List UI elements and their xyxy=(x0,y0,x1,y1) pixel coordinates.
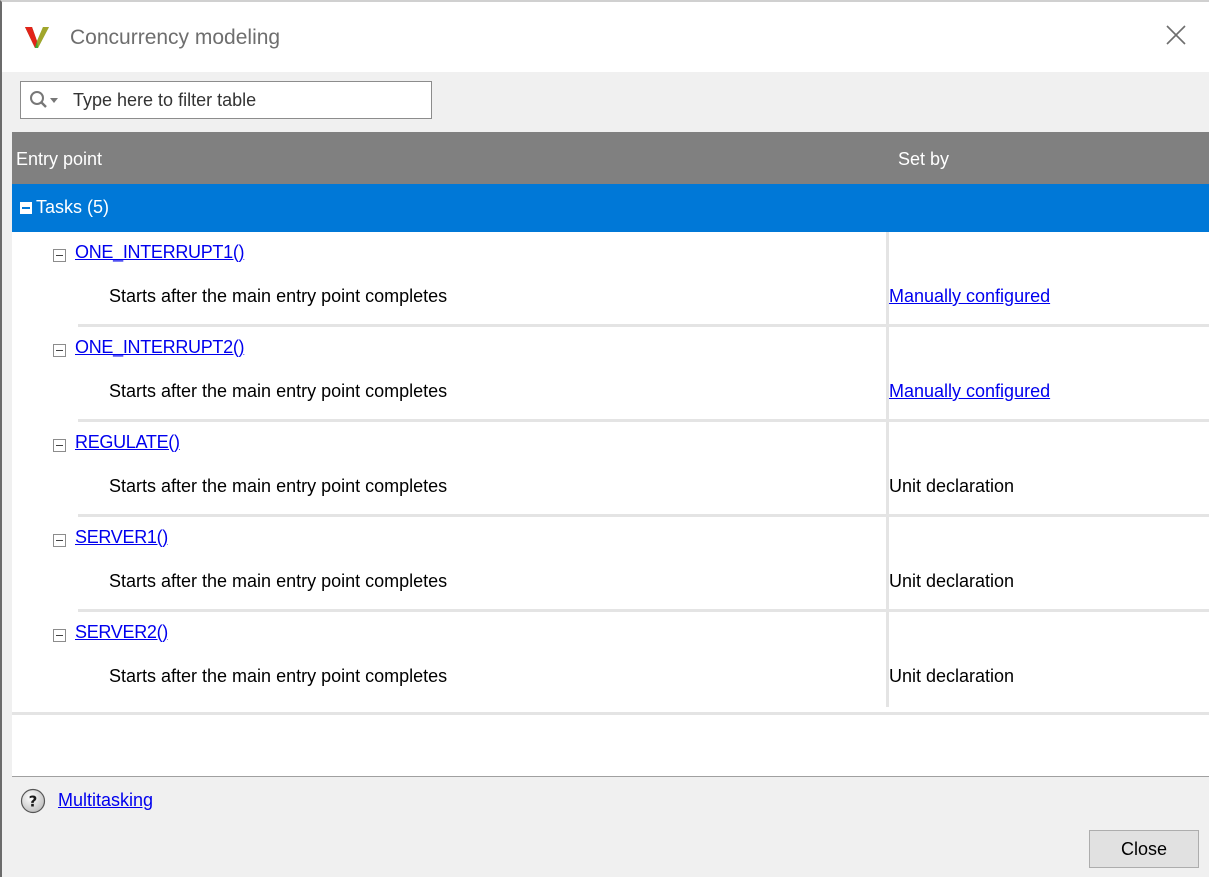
filter-input[interactable] xyxy=(73,82,423,118)
collapse-icon[interactable] xyxy=(53,534,66,547)
column-divider xyxy=(886,422,889,517)
table-row[interactable]: ONE_INTERRUPT2() Starts after the main e… xyxy=(12,327,1209,422)
search-dropdown-icon[interactable] xyxy=(29,90,61,110)
task-description: Starts after the main entry point comple… xyxy=(109,666,448,686)
set-by-value: Unit declaration xyxy=(889,666,1015,686)
group-row-tasks[interactable]: Tasks (5) xyxy=(12,184,1209,232)
collapse-icon[interactable] xyxy=(53,249,66,262)
column-header-set-by[interactable]: Set by xyxy=(898,149,949,170)
column-divider xyxy=(886,612,889,707)
svg-text:?: ? xyxy=(29,793,38,811)
filter-bar xyxy=(2,72,1209,132)
help-icon[interactable]: ? xyxy=(20,788,46,814)
concurrency-modeling-dialog: Concurrency modeling Entry point Set by … xyxy=(0,0,1209,877)
task-name-link[interactable]: SERVER2() xyxy=(75,622,168,643)
app-logo-v-icon xyxy=(25,27,49,48)
table-row[interactable]: ONE_INTERRUPT1() Starts after the main e… xyxy=(12,232,1209,327)
task-description: Starts after the main entry point comple… xyxy=(109,476,448,496)
task-name-link[interactable]: ONE_INTERRUPT1() xyxy=(75,242,245,263)
column-divider xyxy=(886,232,889,327)
title-bar: Concurrency modeling xyxy=(2,2,1209,72)
task-description: Starts after the main entry point comple… xyxy=(109,381,448,401)
table-row[interactable]: REGULATE() Starts after the main entry p… xyxy=(12,422,1209,517)
close-button[interactable]: Close xyxy=(1089,830,1199,868)
set-by-value: Unit declaration xyxy=(889,571,1015,591)
multitasking-link[interactable]: Multitasking xyxy=(58,790,153,811)
set-by-link[interactable]: Manually configured xyxy=(889,381,1050,402)
table-bottom-divider xyxy=(12,712,1209,715)
entry-point-table: Entry point Set by Tasks (5) ONE_INTERRU… xyxy=(12,132,1209,777)
window-title: Concurrency modeling xyxy=(70,26,281,49)
table-header: Entry point Set by xyxy=(12,132,1209,184)
close-icon[interactable] xyxy=(1161,20,1191,50)
table-row[interactable]: SERVER1() Starts after the main entry po… xyxy=(12,517,1209,612)
set-by-value: Unit declaration xyxy=(889,476,1015,496)
group-label: Tasks (5) xyxy=(36,197,110,217)
task-description: Starts after the main entry point comple… xyxy=(109,571,448,591)
collapse-icon[interactable] xyxy=(53,439,66,452)
collapse-icon[interactable] xyxy=(53,344,66,357)
task-name-link[interactable]: ONE_INTERRUPT2() xyxy=(75,337,245,358)
task-description: Starts after the main entry point comple… xyxy=(109,286,448,306)
table-row[interactable]: SERVER2() Starts after the main entry po… xyxy=(12,612,1209,707)
task-name-link[interactable]: SERVER1() xyxy=(75,527,168,548)
column-header-entry-point[interactable]: Entry point xyxy=(16,149,102,170)
collapse-icon[interactable] xyxy=(53,629,66,642)
filter-field[interactable] xyxy=(20,81,432,119)
collapse-icon[interactable] xyxy=(20,202,32,214)
column-divider xyxy=(886,517,889,612)
task-name-link[interactable]: REGULATE() xyxy=(75,432,180,453)
column-divider xyxy=(886,327,889,422)
set-by-link[interactable]: Manually configured xyxy=(889,286,1050,307)
